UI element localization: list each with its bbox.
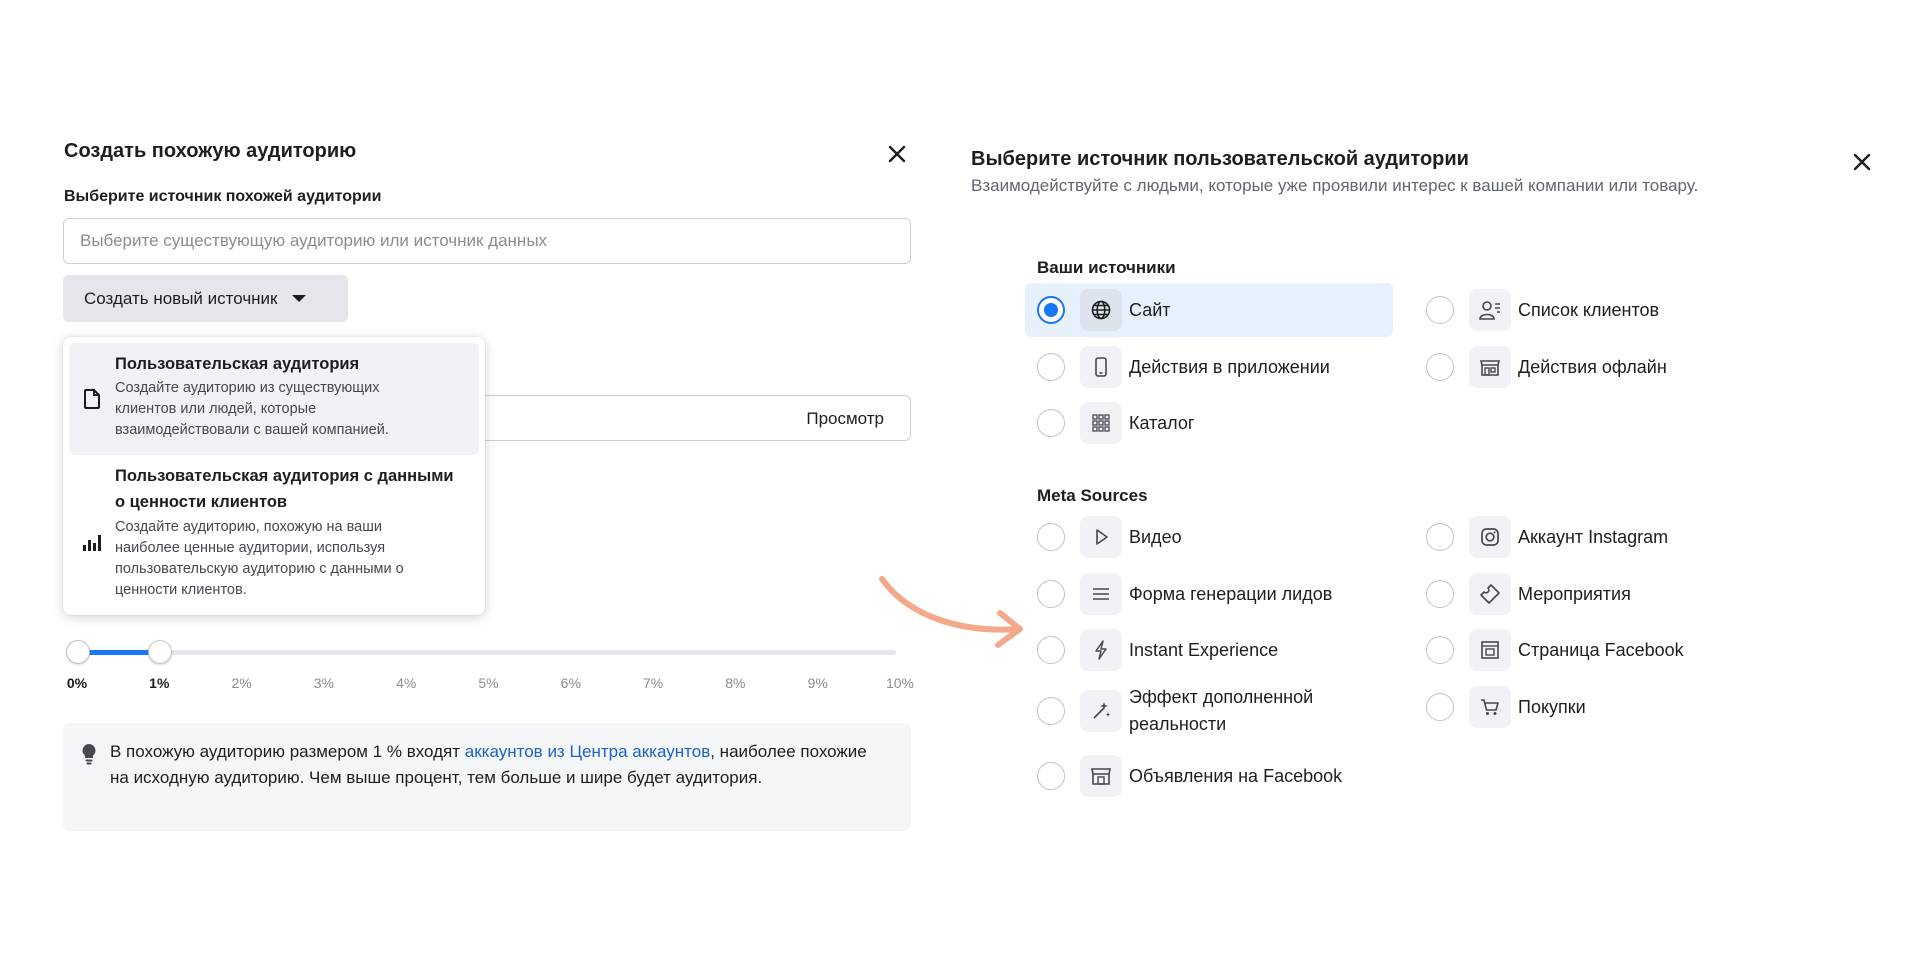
slider-tick-label: 6% (560, 675, 581, 691)
create-new-source-label: Создать новый источник (84, 288, 278, 308)
slider-tick-label: 10% (885, 675, 915, 691)
meta-sources-heading: Meta Sources (1037, 486, 1148, 505)
grid-icon (1080, 402, 1122, 444)
slider-tick-label: 4% (396, 675, 417, 691)
customer-list-icon (1469, 289, 1511, 331)
dropdown-item-title: Пользовательская аудитория с данными о ц… (115, 467, 454, 511)
option-label: Объявления на Facebook (1129, 765, 1343, 786)
slider-tick-label: 3% (313, 675, 335, 691)
sparkle-icon (1080, 690, 1122, 732)
your-sources-heading: Ваши источники (1037, 258, 1176, 277)
slider-start-handle[interactable] (66, 640, 90, 664)
custom-audience-dialog-title: Выберите источник пользовательской аудит… (971, 148, 1469, 170)
option-label: Покупки (1518, 696, 1586, 717)
option-label: Сайт (1129, 299, 1171, 320)
radio-button[interactable] (1037, 296, 1065, 324)
slider-tick-label: 1% (149, 675, 170, 691)
source-option-catalog[interactable]: Каталог (1037, 396, 1194, 450)
meta-option-ar-effect[interactable]: Эффект дополненной реальности (1037, 684, 1313, 738)
option-label: Список клиентов (1518, 299, 1660, 320)
slider-end-handle[interactable] (148, 640, 172, 664)
store-icon (1469, 346, 1511, 388)
arrow-decoration (879, 576, 1023, 648)
slider-tick-label: 8% (725, 675, 746, 691)
radio-button[interactable] (1426, 636, 1454, 664)
info-text: В похожую аудиторию размером 1 % входят … (110, 742, 867, 787)
slider-tick-label: 7% (642, 675, 664, 691)
option-label: Instant Experience (1129, 639, 1279, 660)
option-label: Действия в приложении (1129, 356, 1330, 377)
radio-button[interactable] (1426, 580, 1454, 608)
preview-link[interactable]: Просмотр (806, 409, 884, 429)
document-icon (84, 389, 100, 409)
lightbulb-icon (82, 744, 96, 765)
radio-button[interactable] (1037, 409, 1065, 437)
custom-audience-dialog-subtitle: Взаимодействуйте с людьми, которые уже п… (971, 176, 1699, 195)
list-icon (1080, 573, 1122, 615)
close-icon[interactable] (1848, 148, 1876, 176)
info-box: В похожую аудиторию размером 1 % входят … (63, 723, 911, 831)
audience-size-slider-track[interactable] (76, 650, 896, 655)
option-label: Каталог (1129, 412, 1195, 433)
dropdown-item-desc: Создайте аудиторию, похожую на ваши наиб… (115, 519, 404, 598)
radio-button[interactable] (1426, 523, 1454, 551)
radio-button[interactable] (1037, 523, 1065, 551)
meta-option-facebook-ads[interactable]: Объявления на Facebook (1037, 749, 1342, 803)
mobile-app-icon (1080, 346, 1122, 388)
dropdown-item-value-audience[interactable]: Пользовательская аудитория с данными о ц… (69, 459, 479, 609)
bar-chart-icon (83, 535, 101, 551)
option-label: Аккаунт Instagram (1518, 526, 1669, 547)
preview-field[interactable]: Просмотр (470, 395, 911, 441)
option-label: Форма генерации лидов (1129, 583, 1333, 604)
source-label: Выберите источник похожей аудитории (64, 188, 382, 205)
instagram-icon (1469, 516, 1511, 558)
page-icon (1469, 629, 1511, 671)
slider-tick-label: 9% (807, 675, 828, 691)
option-label: Страница Facebook (1518, 639, 1684, 660)
radio-button[interactable] (1037, 762, 1065, 790)
play-icon (1080, 516, 1122, 558)
ticket-icon (1469, 573, 1511, 615)
source-option-website[interactable]: Сайт (1025, 283, 1393, 337)
radio-button[interactable] (1037, 580, 1065, 608)
dropdown-item-custom-audience[interactable]: Пользовательская аудитория Создайте ауди… (69, 343, 479, 455)
option-label: Эффект дополненной реальности (1129, 687, 1314, 734)
meta-option-lead-form[interactable]: Форма генерации лидов (1037, 567, 1332, 621)
meta-option-video[interactable]: Видео (1037, 510, 1182, 564)
slider-tick-label: 0% (66, 675, 88, 691)
slider-tick-label: 5% (478, 675, 499, 691)
lookalike-dialog-title: Создать похожую аудиторию (64, 140, 357, 162)
caret-down-icon (291, 295, 306, 302)
meta-option-instagram[interactable]: Аккаунт Instagram (1426, 510, 1668, 564)
option-label: Действия офлайн (1518, 356, 1667, 377)
meta-option-facebook-page[interactable]: Страница Facebook (1426, 623, 1684, 677)
close-icon[interactable] (883, 140, 911, 168)
new-source-dropdown: Пользовательская аудитория Создайте ауди… (63, 337, 485, 615)
radio-button[interactable] (1037, 636, 1065, 664)
meta-option-shopping[interactable]: Покупки (1426, 680, 1586, 734)
radio-button[interactable] (1426, 353, 1454, 381)
source-option-offline-activity[interactable]: Действия офлайн (1426, 340, 1667, 394)
dropdown-item-title: Пользовательская аудитория (115, 355, 360, 373)
slider-tick-label: 2% (231, 675, 252, 691)
globe-icon (1080, 289, 1122, 331)
source-input[interactable] (63, 218, 911, 264)
lightning-icon (1080, 629, 1122, 671)
radio-button[interactable] (1426, 296, 1454, 324)
radio-button[interactable] (1037, 353, 1065, 381)
radio-button[interactable] (1426, 693, 1454, 721)
cart-icon (1469, 686, 1511, 728)
accounts-center-link[interactable]: аккаунтов из Центра аккаунтов (465, 742, 710, 761)
source-option-app-activity[interactable]: Действия в приложении (1037, 340, 1330, 394)
dropdown-item-desc: Создайте аудиторию из существующих клиен… (115, 380, 389, 438)
source-option-customer-list[interactable]: Список клиентов (1426, 283, 1659, 337)
option-label: Мероприятия (1518, 583, 1631, 604)
create-new-source-button[interactable]: Создать новый источник (63, 275, 348, 322)
option-label: Видео (1129, 526, 1182, 547)
radio-button[interactable] (1037, 697, 1065, 725)
shop-icon (1080, 755, 1122, 797)
meta-option-instant-experience[interactable]: Instant Experience (1037, 623, 1278, 677)
meta-option-events[interactable]: Мероприятия (1426, 567, 1631, 621)
